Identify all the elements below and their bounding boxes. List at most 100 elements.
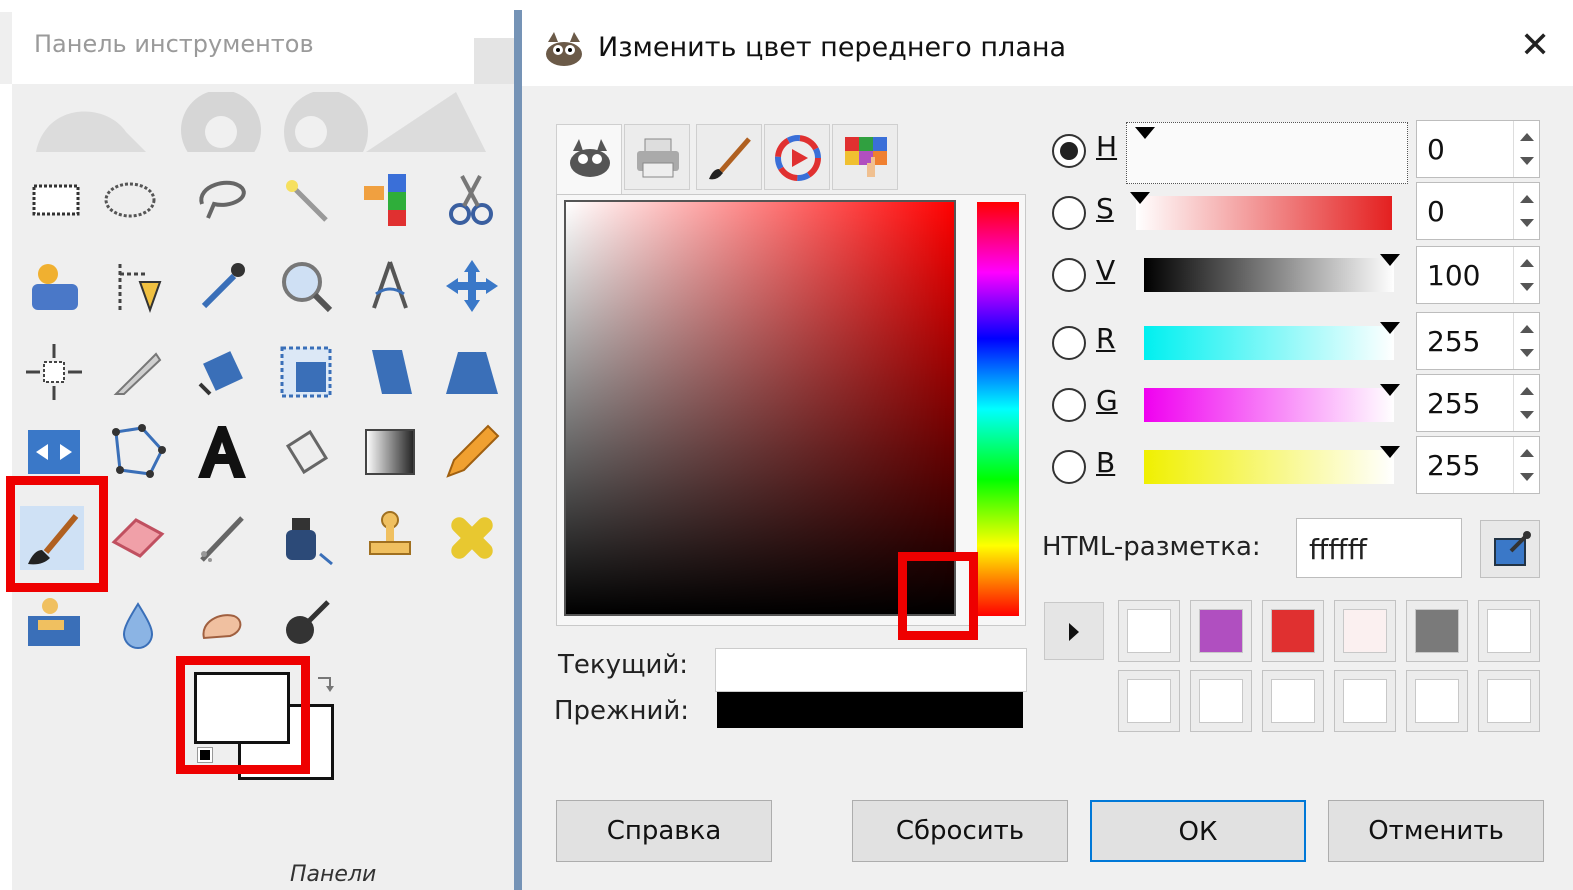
eyedropper-icon: [1494, 531, 1531, 566]
tab-scales-selector[interactable]: [832, 124, 898, 190]
blur-drop-icon[interactable]: [106, 592, 170, 656]
current-color-swatch: [715, 648, 1027, 692]
scissors-select-icon[interactable]: [440, 168, 504, 232]
history-color-fill: [1199, 609, 1243, 653]
history-color-swatch[interactable]: [1334, 600, 1396, 662]
swap-colors-icon[interactable]: [314, 674, 338, 698]
radio-g[interactable]: [1052, 388, 1086, 422]
slider-v[interactable]: [1144, 254, 1400, 292]
zoom-icon[interactable]: [274, 254, 338, 318]
free-select-lasso-icon[interactable]: [190, 168, 254, 232]
toolbox-title: Панель инструментов: [34, 30, 314, 58]
perspective-clone-icon[interactable]: [22, 592, 86, 656]
color-wheel-icon: [775, 135, 821, 181]
ellipse-select-tool-icon[interactable]: [98, 168, 162, 232]
dialog-title: Изменить цвет переднего плана: [598, 32, 1067, 63]
slider-s[interactable]: [1130, 192, 1392, 230]
radio-h[interactable]: [1052, 134, 1086, 168]
channel-b-label: B: [1096, 446, 1116, 479]
measure-compass-icon[interactable]: [358, 254, 422, 318]
highlight-color-corner: [898, 552, 978, 640]
flip-tool-icon[interactable]: [22, 420, 86, 484]
move-tool-icon[interactable]: [440, 254, 504, 318]
slider-g[interactable]: [1144, 384, 1400, 422]
html-notation-input[interactable]: ffffff: [1296, 518, 1462, 578]
channel-g-label: G: [1096, 384, 1118, 417]
spin-s[interactable]: 0: [1416, 182, 1540, 240]
radio-v[interactable]: [1052, 258, 1086, 292]
spin-b[interactable]: 255: [1416, 436, 1540, 494]
radio-b[interactable]: [1052, 450, 1086, 484]
history-color-swatch[interactable]: [1118, 670, 1180, 732]
pencil-tool-icon[interactable]: [440, 420, 504, 484]
scale-tool-icon[interactable]: [274, 340, 338, 404]
channel-s-label: S: [1096, 192, 1114, 225]
window-divider: [514, 10, 522, 890]
crop-knife-icon[interactable]: [106, 340, 170, 404]
tab-watercolor-selector[interactable]: [696, 124, 762, 190]
reset-button[interactable]: Сбросить: [852, 800, 1068, 862]
history-color-fill: [1271, 609, 1315, 653]
history-color-swatch[interactable]: [1190, 670, 1252, 732]
history-color-swatch[interactable]: [1334, 670, 1396, 732]
highlight-paintbrush: [6, 476, 108, 592]
history-color-swatch[interactable]: [1262, 670, 1324, 732]
color-picker-button[interactable]: [1480, 520, 1540, 578]
history-color-swatch[interactable]: [1118, 600, 1180, 662]
brush-icon: [709, 137, 751, 180]
smudge-finger-icon[interactable]: [190, 592, 254, 656]
spin-v[interactable]: 100: [1416, 246, 1540, 304]
history-color-swatch[interactable]: [1478, 670, 1540, 732]
color-picker-icon[interactable]: [190, 254, 254, 318]
slider-r[interactable]: [1144, 322, 1400, 360]
fuzzy-select-wand-icon[interactable]: [274, 168, 338, 232]
dialog-close-button[interactable]: ✕: [1520, 26, 1550, 66]
blend-gradient-icon[interactable]: [358, 420, 422, 484]
history-color-swatch[interactable]: [1478, 600, 1540, 662]
align-tool-icon[interactable]: [22, 340, 86, 404]
help-button[interactable]: Справка: [556, 800, 772, 862]
html-notation-value: ffffff: [1309, 533, 1367, 566]
tab-cmyk-selector[interactable]: [624, 124, 690, 190]
radio-r[interactable]: [1052, 326, 1086, 360]
foreground-select-icon[interactable]: [22, 254, 86, 318]
history-color-swatch[interactable]: [1262, 600, 1324, 662]
ink-tool-icon[interactable]: [274, 506, 338, 570]
dodge-burn-icon[interactable]: [274, 592, 338, 656]
text-tool-icon[interactable]: [190, 420, 254, 484]
ok-button[interactable]: ОК: [1090, 800, 1306, 862]
heal-bandage-icon[interactable]: [440, 506, 504, 570]
history-color-fill: [1415, 679, 1459, 723]
paths-tool-icon[interactable]: [106, 254, 170, 318]
tab-wheel-selector[interactable]: [764, 124, 830, 190]
history-color-swatch[interactable]: [1406, 600, 1468, 662]
clone-stamp-icon[interactable]: [358, 506, 422, 570]
history-add-button[interactable]: [1044, 602, 1104, 660]
channel-h-label: H: [1096, 130, 1118, 163]
bucket-fill-icon[interactable]: [274, 420, 338, 484]
rect-select-tool-icon[interactable]: [24, 168, 88, 232]
cancel-button[interactable]: Отменить: [1328, 800, 1544, 862]
shear-tool-icon[interactable]: [358, 340, 422, 404]
wilber-watermark-icon: [36, 92, 486, 152]
channel-v-label: V: [1096, 254, 1116, 287]
radio-s[interactable]: [1052, 196, 1086, 230]
hue-strip[interactable]: [977, 202, 1019, 616]
tab-gimp-selector[interactable]: [556, 124, 622, 200]
select-by-color-icon[interactable]: [358, 168, 422, 232]
eraser-tool-icon[interactable]: [106, 506, 170, 570]
palette-hand-icon: [845, 137, 887, 177]
history-color-swatch[interactable]: [1406, 670, 1468, 732]
history-color-swatch[interactable]: [1190, 600, 1252, 662]
html-notation-label: HTML-разметка:: [1042, 532, 1261, 562]
spin-g[interactable]: 255: [1416, 374, 1540, 432]
slider-h[interactable]: [1126, 122, 1408, 184]
spin-r[interactable]: 255: [1416, 312, 1540, 370]
spin-h[interactable]: 0: [1416, 120, 1540, 178]
rotate-tool-icon[interactable]: [190, 340, 254, 404]
perspective-tool-icon[interactable]: [440, 340, 504, 404]
slider-b[interactable]: [1144, 446, 1400, 484]
change-foreground-color-dialog: Изменить цвет переднего плана ✕ Текущий:…: [522, 10, 1573, 890]
cage-tool-icon[interactable]: [106, 420, 170, 484]
airbrush-tool-icon[interactable]: [190, 506, 254, 570]
